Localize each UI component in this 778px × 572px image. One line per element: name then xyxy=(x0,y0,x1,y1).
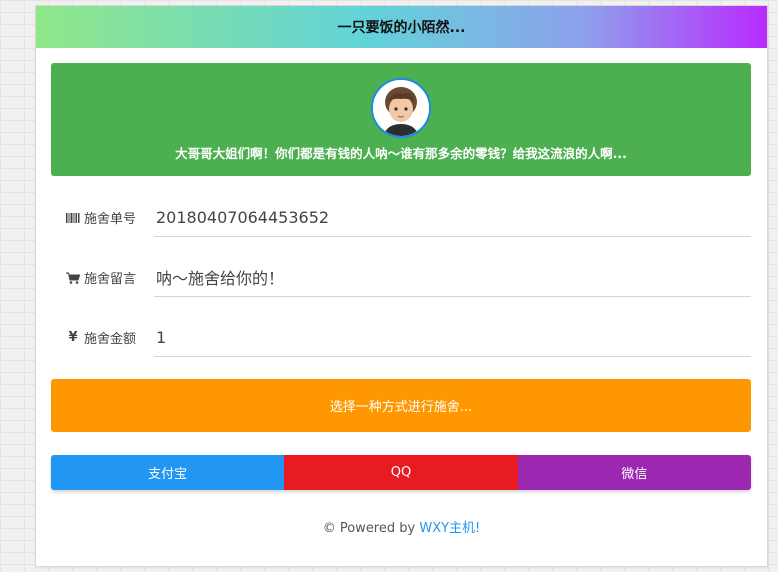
donation-panel: 一只要饭的小陌然... 大哥哥大姐们啊！你们都是有钱的人呐～谁有那多余的零钱？给… xyxy=(35,5,768,567)
banner: 大哥哥大姐们啊！你们都是有钱的人呐～谁有那多余的零钱？给我这流浪的人啊... xyxy=(51,63,751,176)
footer-text: © Powered by xyxy=(322,521,420,536)
qq-pay-button[interactable]: QQ xyxy=(284,455,518,490)
footer: © Powered by WXY主机! xyxy=(36,517,767,536)
message-field[interactable] xyxy=(154,258,751,297)
avatar xyxy=(371,78,431,138)
message-label-text: 施舍留言 xyxy=(84,272,137,287)
order-label-text: 施舍单号 xyxy=(84,212,137,227)
amount-label-text: 施舍金额 xyxy=(84,332,137,347)
message-label: 施舍留言 xyxy=(66,268,136,287)
amount-label: ¥ 施舍金额 xyxy=(66,328,136,347)
payment-button-group: 支付宝 QQ 微信 xyxy=(51,455,751,490)
order-label: 施舍单号 xyxy=(66,208,136,227)
footer-link[interactable]: WXY主机! xyxy=(419,521,480,536)
choose-method-label: 选择一种方式进行施舍... xyxy=(329,400,473,415)
cart-icon xyxy=(66,271,81,285)
choose-method-button[interactable]: 选择一种方式进行施舍... xyxy=(51,379,751,432)
barcode-icon xyxy=(66,211,80,225)
child-avatar-image xyxy=(373,80,429,136)
wechat-pay-button[interactable]: 微信 xyxy=(517,455,751,490)
order-number-field[interactable] xyxy=(154,198,751,237)
yen-icon: ¥ xyxy=(68,329,78,345)
amount-row: ¥ 施舍金额 xyxy=(66,318,751,357)
page-title: 一只要饭的小陌然... xyxy=(337,20,466,36)
amount-field[interactable] xyxy=(154,318,751,357)
banner-message: 大哥哥大姐们啊！你们都是有钱的人呐～谁有那多余的零钱？给我这流浪的人啊... xyxy=(175,146,627,161)
panel-header: 一只要饭的小陌然... xyxy=(36,6,767,48)
order-row: 施舍单号 xyxy=(66,198,751,237)
alipay-button[interactable]: 支付宝 xyxy=(51,455,285,490)
message-row: 施舍留言 xyxy=(66,258,751,297)
